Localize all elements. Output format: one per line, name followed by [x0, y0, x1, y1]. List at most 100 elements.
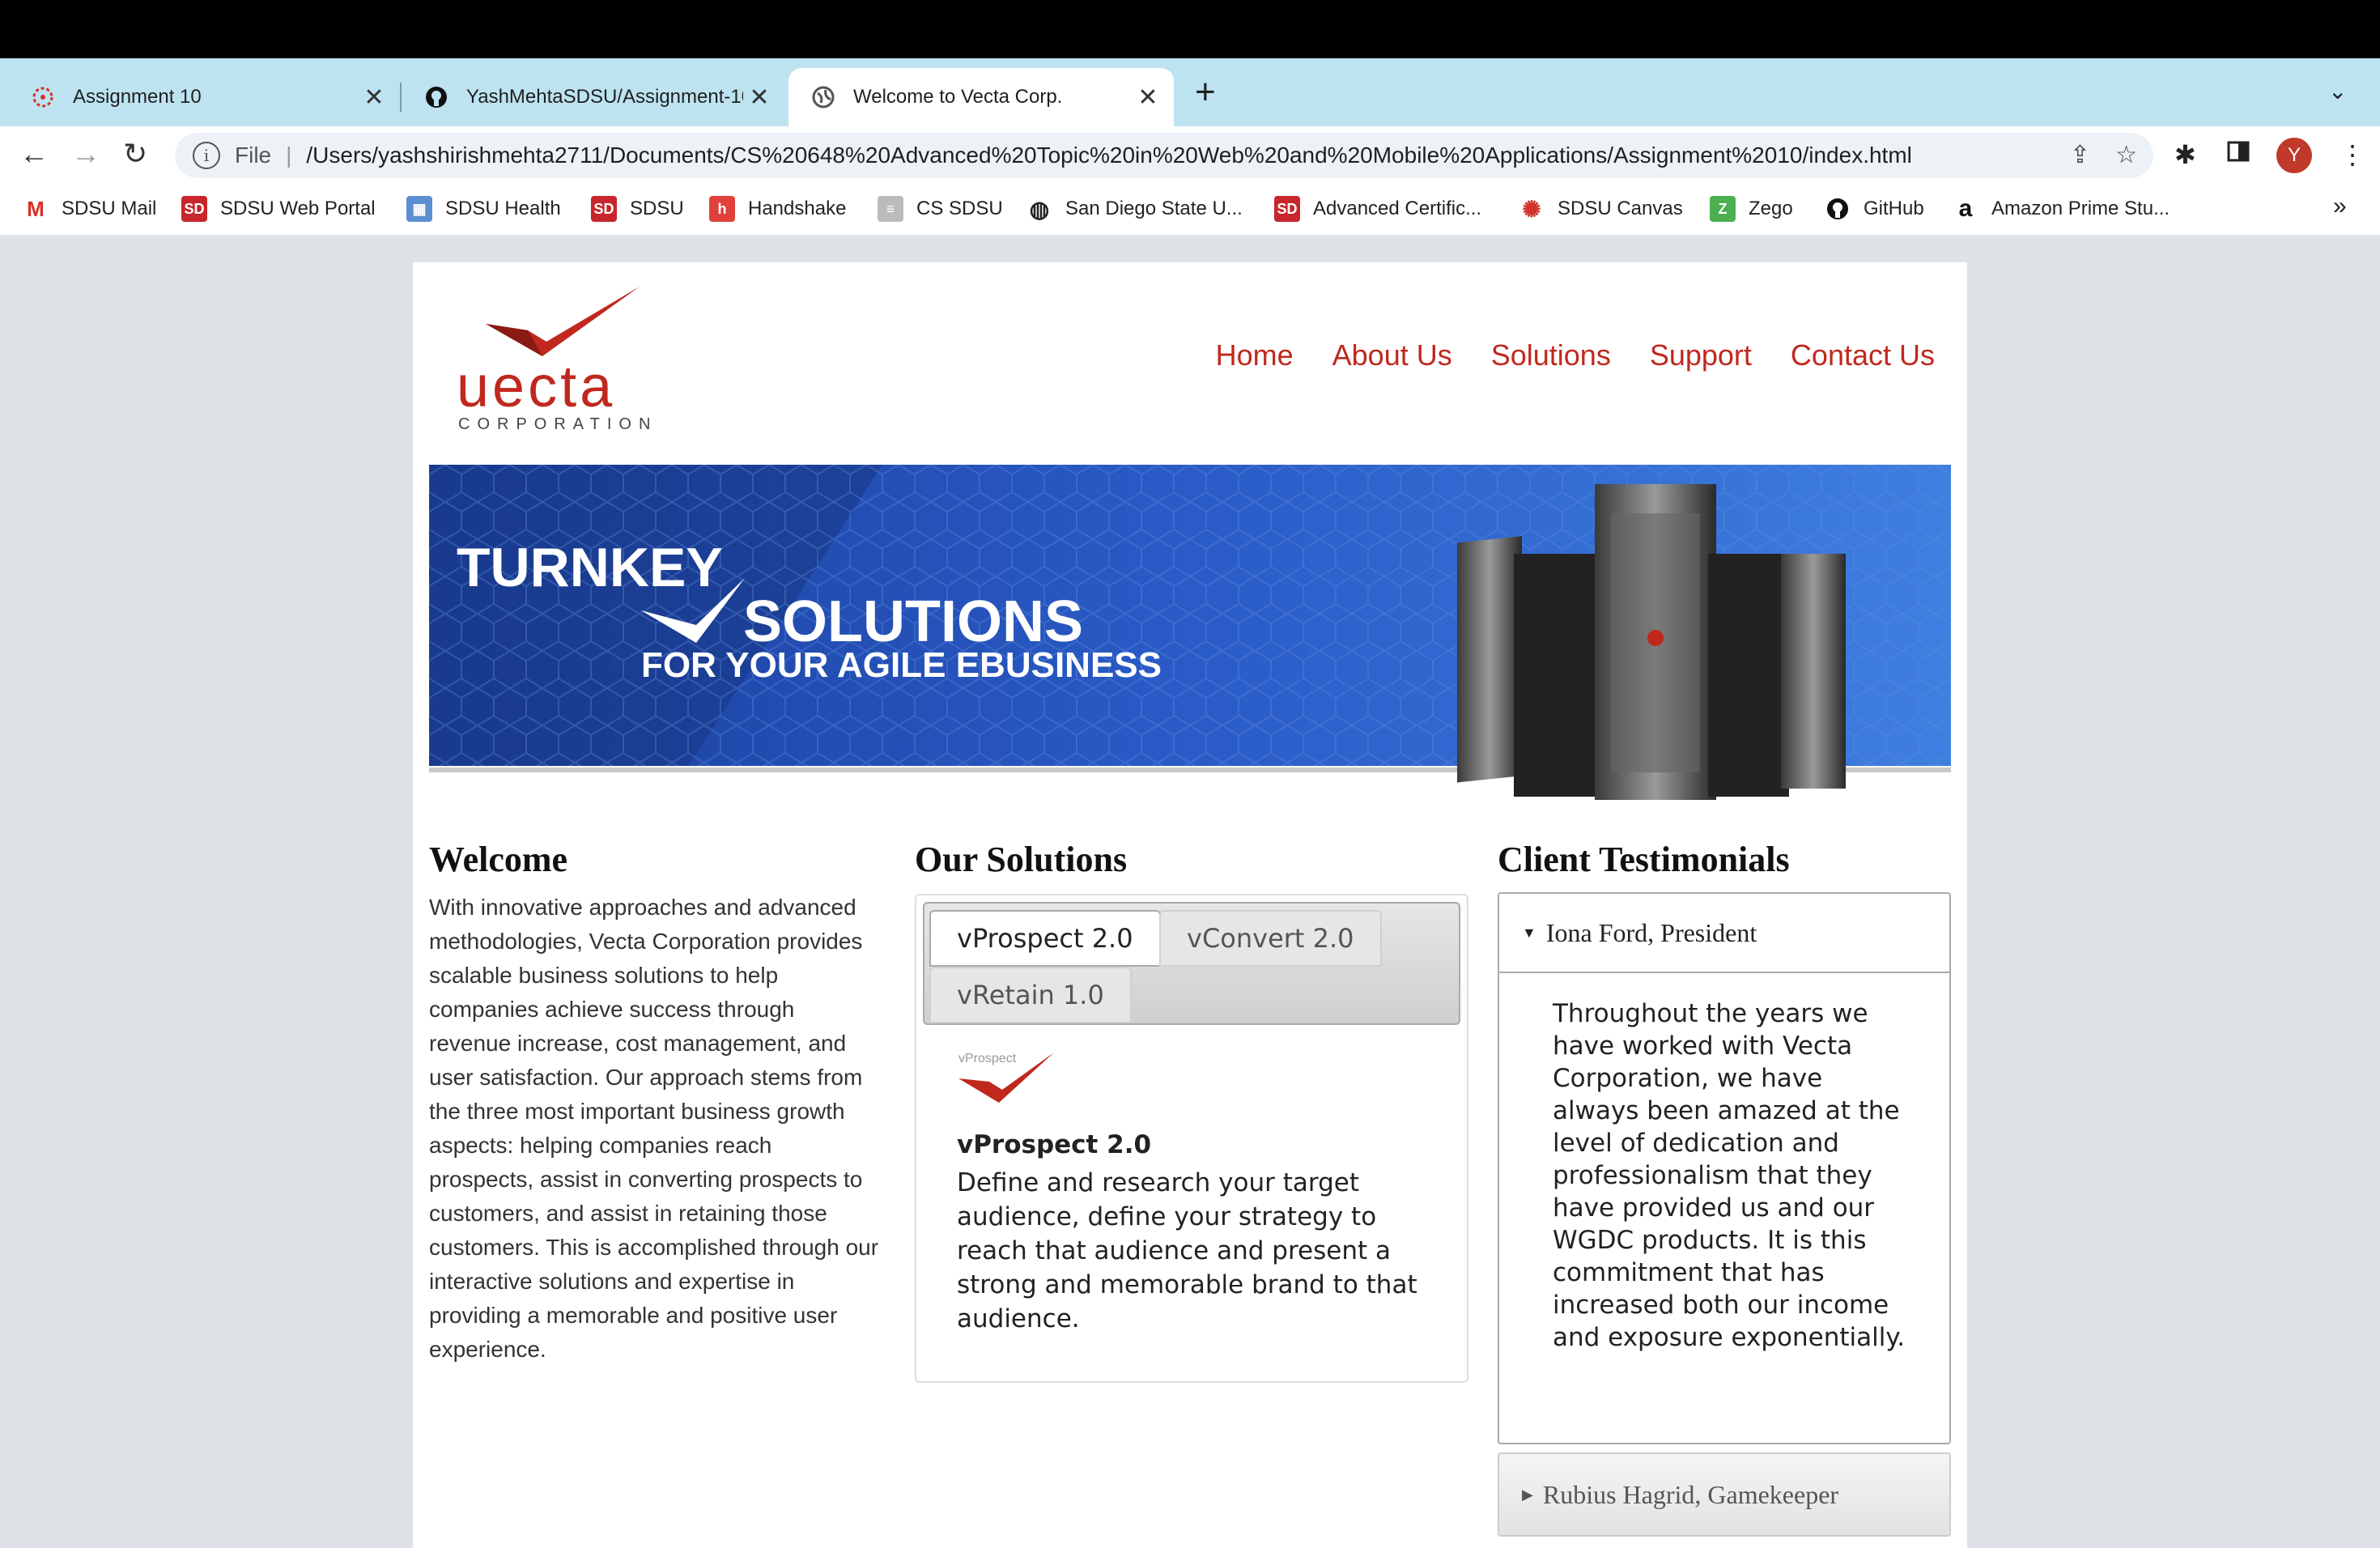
solutions-tabs-widget: vProspect 2.0 vConvert 2.0 vRetain 1.0 v… [915, 894, 1468, 1383]
bookmarks-overflow-button[interactable]: » [2333, 193, 2347, 220]
url-text[interactable]: /Users/yashshirishmehta2711/Documents/CS… [306, 142, 2014, 168]
main-nav: Home About Us Solutions Support Contact … [1216, 338, 1935, 372]
vecta-logo[interactable]: uecta CORPORATION [453, 283, 664, 433]
banner-line-2: SOLUTIONS [743, 589, 1083, 654]
bookmark-star-icon[interactable]: ☆ [2115, 141, 2137, 169]
bookmark-sdsu-health[interactable]: ▦ SDSU Health [406, 196, 561, 222]
testimonial-body: Throughout the years we have worked with… [1498, 973, 1951, 1444]
panel-text: Define and research your target audience… [957, 1168, 1417, 1333]
nav-support[interactable]: Support [1650, 338, 1752, 372]
tab-vprospect[interactable]: vProspect 2.0 [929, 910, 1161, 967]
bookmark-sdsu[interactable]: SD SDSU [591, 196, 684, 222]
bookmarks-bar: M SDSU Mail SD SDSU Web Portal ▦ SDSU He… [0, 185, 2380, 235]
bookmark-label: San Diego State U... [1065, 198, 1243, 219]
testimonial-name: Rubius Hagrid, Gamekeeper [1542, 1479, 1839, 1509]
cs-sdsu-icon: ≡ [878, 196, 903, 222]
bookmark-label: SDSU Web Portal [220, 198, 376, 219]
gmail-icon: M [27, 196, 45, 221]
url-scheme: File [235, 142, 272, 168]
side-panel-icon[interactable] [2226, 139, 2250, 170]
welcome-text: With innovative approaches and advanced … [429, 895, 879, 1362]
github-icon [424, 85, 448, 109]
tab-vretain[interactable]: vRetain 1.0 [929, 967, 1132, 1023]
hero-banner: TURNKEY SOLUTIONS FOR YOUR AGILE EBUSINE… [429, 465, 1951, 800]
bookmark-san-diego-state[interactable]: ◍ San Diego State U... [1026, 196, 1243, 222]
bookmark-label: SDSU Canvas [1558, 198, 1683, 219]
tab-title: Assignment 10 [73, 86, 202, 108]
triangle-right-icon: ▶ [1522, 1486, 1533, 1503]
bookmark-label: Handshake [748, 198, 847, 219]
zego-icon: Z [1710, 196, 1736, 222]
nav-home[interactable]: Home [1216, 338, 1294, 372]
address-bar[interactable]: i File | /Users/yashshirishmehta2711/Doc… [175, 133, 2153, 178]
bookmark-handshake[interactable]: h Handshake [709, 196, 846, 222]
bookmark-label: SDSU [630, 198, 684, 219]
close-icon[interactable]: ✕ [743, 83, 776, 112]
handshake-icon: h [709, 196, 735, 222]
url-separator: | [286, 142, 292, 168]
globe-icon [811, 85, 835, 109]
banner-line-3: FOR YOUR AGILE EBUSINESS [641, 645, 1162, 685]
solutions-tab-bar: vProspect 2.0 vConvert 2.0 vRetain 1.0 [923, 902, 1460, 1025]
bookmark-github[interactable]: GitHub [1825, 196, 1924, 222]
nav-about-us[interactable]: About Us [1332, 338, 1452, 372]
testimonial-quote: Throughout the years we have worked with… [1553, 999, 1906, 1352]
testimonial-name: Iona Ford, President [1545, 917, 1757, 947]
amazon-icon: a [1958, 195, 1973, 222]
panel-title: vProspect 2.0 [957, 1130, 1152, 1159]
svg-text:vProspect: vProspect [958, 1052, 1017, 1065]
bookmark-label: GitHub [1864, 198, 1924, 219]
github-icon [1825, 196, 1851, 222]
globe-icon: ◍ [1029, 196, 1050, 222]
bookmark-label: SDSU Health [445, 198, 561, 219]
chevron-down-icon[interactable]: ⌄ [2328, 78, 2347, 104]
bookmark-zego[interactable]: Z Zego [1710, 196, 1793, 222]
tab-github[interactable]: YashMehtaSDSU/Assignment-10 ✕ [402, 68, 785, 126]
info-icon[interactable]: i [193, 142, 220, 169]
bookmark-label: SDSU Mail [62, 198, 157, 219]
extensions-icon[interactable]: ✱ [2174, 139, 2196, 170]
new-tab-button[interactable]: + [1195, 73, 1216, 112]
health-icon: ▦ [406, 196, 432, 222]
bookmark-label: CS SDSU [916, 198, 1003, 219]
welcome-heading: Welcome [429, 840, 568, 879]
tab-title: Welcome to Vecta Corp. [853, 86, 1063, 108]
back-button[interactable]: ← [19, 138, 49, 170]
vprospect-icon: vProspect [957, 1049, 1054, 1114]
profile-avatar[interactable]: Y [2276, 138, 2312, 173]
bookmark-label: Zego [1749, 198, 1793, 219]
bookmark-advanced-certific[interactable]: SD Advanced Certific... [1274, 196, 1481, 222]
bookmark-sdsu-mail[interactable]: M SDSU Mail [23, 196, 156, 222]
bookmark-amazon-prime[interactable]: a Amazon Prime Stu... [1953, 195, 2170, 222]
os-top-bar [0, 0, 2380, 58]
logo-wordmark: uecta [457, 355, 615, 419]
testimonial-header-iona-ford[interactable]: ▼ Iona Ford, President [1498, 892, 1951, 973]
bookmark-sdsu-web-portal[interactable]: SD SDSU Web Portal [181, 196, 376, 222]
testimonial-header-rubius-hagrid[interactable]: ▶ Rubius Hagrid, Gamekeeper [1498, 1452, 1951, 1537]
tab-welcome[interactable]: Welcome to Vecta Corp. ✕ [788, 68, 1174, 126]
nav-contact-us[interactable]: Contact Us [1791, 338, 1935, 372]
menu-icon[interactable]: ⋮ [2340, 139, 2365, 170]
browser-toolbar: ← → ↻ i File | /Users/yashshirishmehta27… [0, 126, 2380, 185]
bookmark-sdsu-canvas[interactable]: ✺ SDSU Canvas [1519, 196, 1683, 222]
reload-button[interactable]: ↻ [123, 138, 147, 170]
sdsu-icon: SD [1274, 196, 1300, 222]
triangle-down-icon: ▼ [1522, 924, 1536, 941]
tab-assignment-10[interactable]: Assignment 10 ✕ [8, 68, 400, 126]
site-page: uecta CORPORATION Home About Us Solution… [413, 262, 1967, 1548]
bookmark-label: Amazon Prime Stu... [1991, 198, 2170, 219]
close-icon[interactable]: ✕ [1132, 83, 1164, 112]
canvas-icon: ✺ [1522, 196, 1541, 222]
bookmark-cs-sdsu[interactable]: ≡ CS SDSU [878, 196, 1003, 222]
tab-vconvert[interactable]: vConvert 2.0 [1159, 910, 1382, 967]
sdsu-icon: SD [591, 196, 617, 222]
share-icon[interactable]: ⇪ [2070, 141, 2090, 169]
tab-strip: Assignment 10 ✕ YashMehtaSDSU/Assignment… [0, 58, 2380, 126]
page-viewport: uecta CORPORATION Home About Us Solution… [0, 235, 2380, 1548]
bookmark-label: Advanced Certific... [1313, 198, 1482, 219]
sdsu-icon: SD [181, 196, 207, 222]
forward-button[interactable]: → [71, 138, 100, 170]
close-icon[interactable]: ✕ [358, 83, 390, 112]
nav-solutions[interactable]: Solutions [1491, 338, 1611, 372]
canvas-icon [31, 85, 55, 109]
